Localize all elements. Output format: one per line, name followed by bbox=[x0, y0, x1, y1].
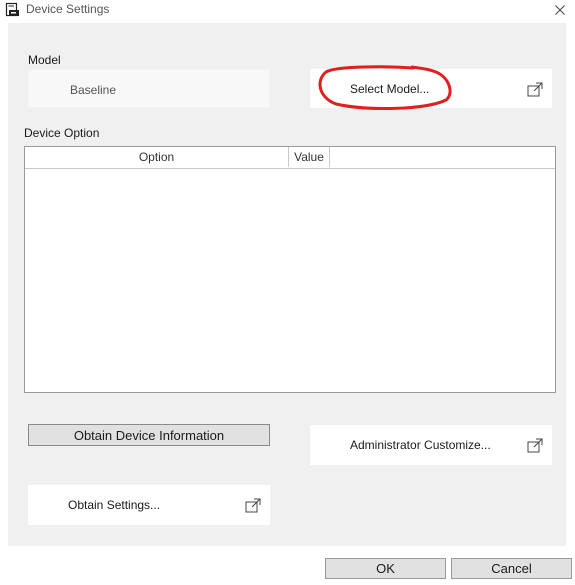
administrator-customize-label: Administrator Customize... bbox=[350, 438, 491, 452]
title-bar: Device Settings bbox=[0, 0, 575, 22]
external-open-icon bbox=[245, 498, 261, 513]
column-header-option[interactable]: Option bbox=[25, 147, 289, 167]
administrator-customize-button[interactable]: Administrator Customize... bbox=[310, 425, 552, 465]
current-model-display: Baseline bbox=[28, 69, 270, 108]
cancel-button[interactable]: Cancel bbox=[451, 558, 572, 579]
device-option-label: Device Option bbox=[24, 126, 100, 140]
red-annotation-circle bbox=[318, 65, 452, 110]
obtain-device-information-button[interactable]: Obtain Device Information bbox=[28, 424, 270, 446]
device-option-list[interactable]: Option Value bbox=[24, 146, 556, 393]
external-open-icon bbox=[527, 438, 543, 453]
external-open-icon bbox=[527, 82, 543, 96]
current-model-value: Baseline bbox=[70, 83, 117, 97]
close-button[interactable] bbox=[545, 0, 575, 20]
list-header: Option Value bbox=[25, 147, 555, 169]
close-icon bbox=[555, 5, 565, 15]
model-label: Model bbox=[28, 53, 61, 67]
printer-document-icon bbox=[5, 2, 19, 17]
ok-button[interactable]: OK bbox=[325, 558, 446, 579]
obtain-settings-button[interactable]: Obtain Settings... bbox=[28, 485, 270, 525]
obtain-settings-label: Obtain Settings... bbox=[68, 498, 161, 512]
column-header-value[interactable]: Value bbox=[289, 147, 330, 167]
window-title: Device Settings bbox=[26, 2, 110, 16]
